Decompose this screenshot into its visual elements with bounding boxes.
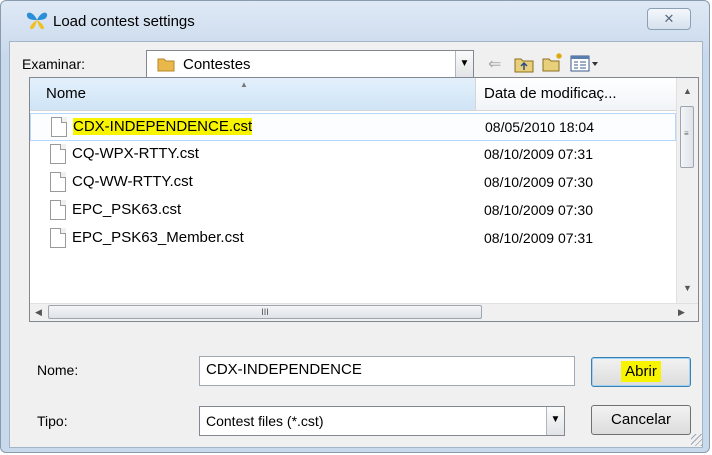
scroll-up-icon[interactable]: ▲ bbox=[683, 86, 692, 96]
file-icon bbox=[50, 172, 66, 192]
scroll-down-icon[interactable]: ▼ bbox=[683, 283, 692, 293]
views-menu-icon[interactable] bbox=[570, 54, 600, 74]
chevron-down-icon[interactable]: ▼ bbox=[455, 51, 473, 77]
title-bar[interactable]: Load contest settings ✕ bbox=[1, 1, 709, 41]
filename-label: Nome: bbox=[37, 362, 79, 378]
file-date: 08/10/2009 07:30 bbox=[484, 202, 593, 218]
column-header-date[interactable]: Data de modificaç... bbox=[476, 78, 676, 110]
table-row[interactable]: EPC_PSK63.cst 08/10/2009 07:30 bbox=[30, 197, 676, 225]
file-name: EPC_PSK63_Member.cst bbox=[72, 229, 244, 246]
column-header-date-label: Data de modificaç... bbox=[484, 85, 617, 102]
file-name: EPC_PSK63.cst bbox=[72, 201, 182, 218]
file-date: 08/05/2010 18:04 bbox=[485, 119, 594, 135]
list-header: ▲ Nome Data de modificaç... bbox=[30, 78, 676, 111]
open-button[interactable]: Abrir bbox=[591, 357, 691, 387]
file-date: 08/10/2009 07:30 bbox=[484, 174, 593, 190]
butterfly-app-icon bbox=[26, 12, 48, 30]
cancel-button-label: Cancelar bbox=[610, 411, 672, 428]
window-title: Load contest settings bbox=[53, 13, 195, 30]
vertical-scroll-thumb[interactable]: ≡ bbox=[680, 106, 694, 168]
file-icon bbox=[50, 228, 66, 248]
file-date: 08/10/2009 07:31 bbox=[484, 146, 593, 162]
file-icon bbox=[50, 144, 66, 164]
filename-input[interactable]: CDX-INDEPENDENCE bbox=[199, 356, 575, 386]
table-row[interactable]: CQ-WPX-RTTY.cst 08/10/2009 07:31 bbox=[30, 141, 676, 169]
horizontal-scrollbar[interactable]: ◀ III ▶ bbox=[30, 303, 698, 321]
column-header-name[interactable]: ▲ Nome bbox=[30, 78, 476, 110]
scroll-left-icon[interactable]: ◀ bbox=[35, 307, 42, 318]
folder-icon bbox=[157, 58, 175, 72]
filetype-value: Contest files (*.cst) bbox=[206, 413, 324, 429]
scroll-right-icon[interactable]: ▶ bbox=[678, 307, 685, 318]
file-icon bbox=[51, 117, 67, 137]
file-name: CQ-WPX-RTTY.cst bbox=[72, 145, 199, 162]
close-button[interactable]: ✕ bbox=[647, 8, 691, 30]
back-arrow-icon[interactable]: ⇐ bbox=[488, 54, 501, 74]
resize-grip[interactable] bbox=[691, 434, 703, 446]
close-icon: ✕ bbox=[663, 11, 675, 26]
scroll-grip: III bbox=[261, 307, 269, 317]
chevron-down-icon[interactable]: ▼ bbox=[546, 407, 564, 435]
file-list[interactable]: ▲ Nome Data de modificaç... CDX-INDEPEND… bbox=[29, 77, 699, 322]
look-in-dropdown[interactable]: Contestes ▼ bbox=[146, 50, 474, 78]
new-folder-icon[interactable] bbox=[542, 52, 564, 72]
table-row[interactable]: CQ-WW-RTTY.cst 08/10/2009 07:30 bbox=[30, 169, 676, 197]
dialog-window: Load contest settings ✕ Examinar: Contes… bbox=[0, 0, 710, 453]
up-folder-icon[interactable] bbox=[514, 54, 534, 74]
filename-value: CDX-INDEPENDENCE bbox=[206, 361, 362, 378]
vertical-scrollbar[interactable]: ▲ ≡ ▼ bbox=[676, 78, 698, 306]
look-in-value: Contestes bbox=[183, 56, 251, 73]
table-row[interactable]: CDX-INDEPENDENCE.cst 08/05/2010 18:04 bbox=[30, 113, 676, 141]
file-name: CQ-WW-RTTY.cst bbox=[72, 173, 193, 190]
open-button-label: Abrir bbox=[621, 361, 661, 382]
sort-ascending-icon: ▲ bbox=[240, 80, 248, 89]
filetype-label: Tipo: bbox=[37, 413, 68, 429]
look-in-label: Examinar: bbox=[22, 56, 86, 72]
cancel-button[interactable]: Cancelar bbox=[591, 405, 691, 435]
column-header-name-label: Nome bbox=[46, 85, 87, 102]
horizontal-scroll-thumb[interactable]: III bbox=[48, 305, 482, 319]
filetype-dropdown[interactable]: Contest files (*.cst) ▼ bbox=[199, 406, 565, 436]
file-name: CDX-INDEPENDENCE.cst bbox=[73, 118, 253, 135]
file-icon bbox=[50, 200, 66, 220]
file-date: 08/10/2009 07:31 bbox=[484, 230, 593, 246]
table-row[interactable]: EPC_PSK63_Member.cst 08/10/2009 07:31 bbox=[30, 225, 676, 253]
